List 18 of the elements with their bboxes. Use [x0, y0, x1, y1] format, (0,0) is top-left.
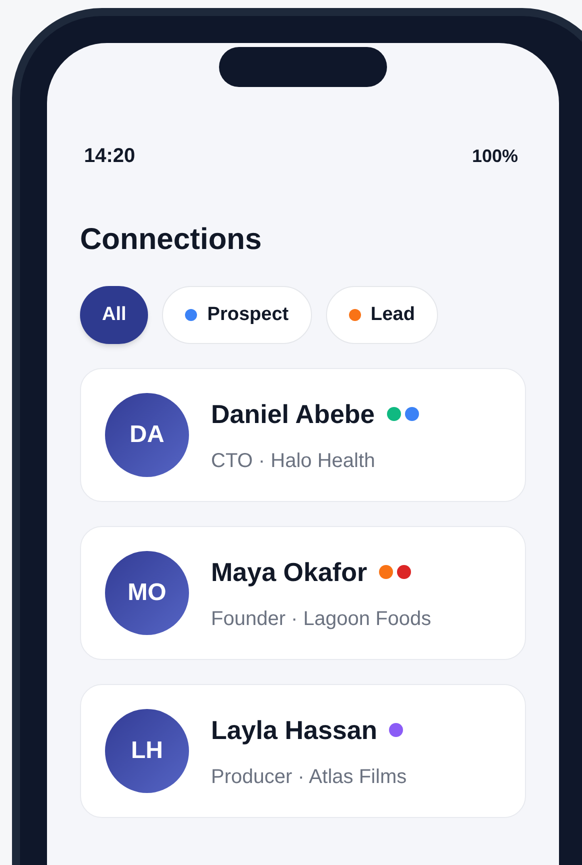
contact-card[interactable]: DA Daniel Abebe CTO · Halo Health: [80, 368, 526, 502]
avatar: DA: [105, 393, 189, 477]
contact-card[interactable]: MO Maya Okafor Founder · Lagoon Foods: [80, 526, 526, 660]
contact-subtitle: Founder · Lagoon Foods: [211, 606, 432, 632]
contact-name: Daniel Abebe: [211, 398, 375, 430]
avatar: MO: [105, 551, 189, 635]
contact-subtitle: CTO · Halo Health: [211, 448, 376, 474]
contact-name: Maya Okafor: [211, 556, 368, 588]
contact-subtitle: Producer · Atlas Films: [211, 764, 407, 790]
battery-level: 100%: [472, 144, 518, 168]
contact-card[interactable]: LH Layla Hassan Producer · Atlas Films: [80, 684, 526, 818]
contact-name: Layla Hassan: [211, 714, 378, 746]
status-time: 14:20: [84, 144, 136, 169]
page-title: Connections: [80, 222, 263, 258]
filter-chip[interactable]: Prospect: [162, 286, 312, 344]
avatar: LH: [105, 709, 189, 793]
filter-chip[interactable]: All: [80, 286, 148, 344]
filter-chip[interactable]: Lead: [326, 286, 438, 344]
